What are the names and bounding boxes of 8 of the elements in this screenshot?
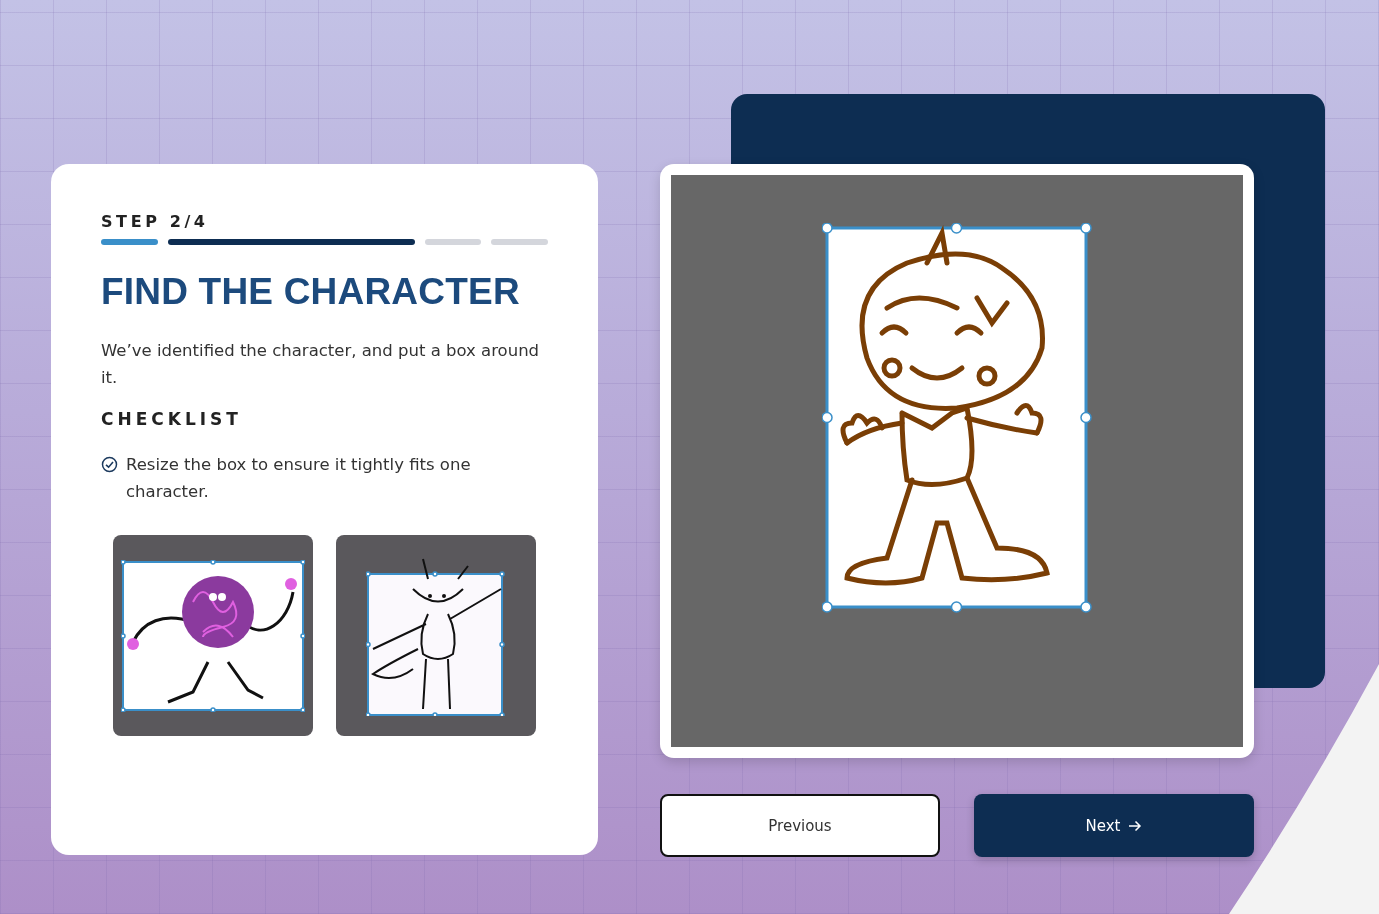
page-title: FIND THE CHARACTER	[101, 271, 521, 313]
checklist-item: Resize the box to ensure it tightly fits one character.	[126, 454, 472, 503]
previous-button[interactable]: Previous	[660, 794, 940, 857]
description-text: We’ve identified the character, and put a box around it.	[101, 340, 541, 389]
next-button[interactable]: Next	[974, 794, 1254, 857]
step-label: STEP 2/4	[101, 212, 210, 231]
arrow-right-icon	[1128, 819, 1143, 832]
checklist-heading: CHECKLIST	[101, 409, 243, 429]
